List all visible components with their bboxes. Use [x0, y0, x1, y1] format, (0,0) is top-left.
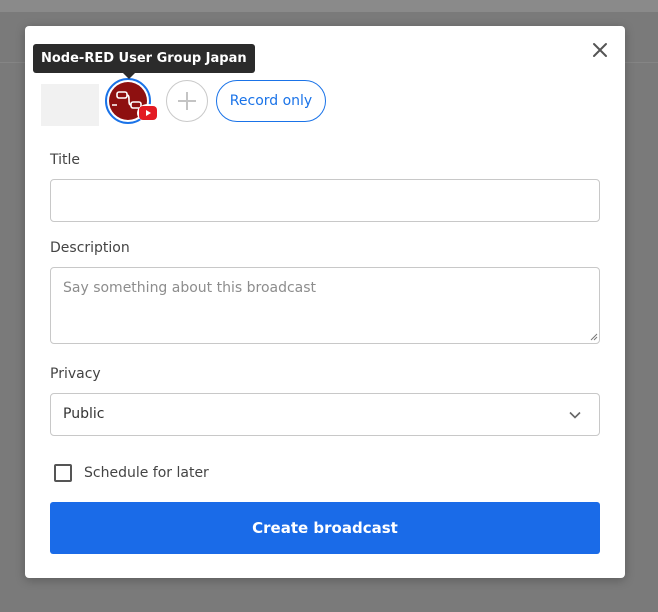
plus-icon	[178, 92, 196, 110]
schedule-label[interactable]: Schedule for later	[84, 464, 209, 482]
privacy-label: Privacy	[50, 366, 101, 382]
close-button[interactable]	[590, 40, 610, 60]
destination-placeholder	[41, 84, 99, 126]
privacy-selected-value: Public	[63, 406, 105, 422]
destination-avatar[interactable]	[105, 78, 159, 124]
create-broadcast-dialog: Record only Node-RED User Group Japan Ti…	[25, 26, 625, 578]
youtube-badge	[137, 104, 159, 122]
record-only-button[interactable]: Record only	[216, 80, 326, 122]
youtube-icon	[139, 106, 157, 120]
backdrop-top-bar	[0, 0, 658, 12]
create-broadcast-button[interactable]: Create broadcast	[50, 502, 600, 554]
schedule-checkbox[interactable]	[54, 464, 72, 482]
title-input[interactable]	[50, 179, 600, 222]
close-icon	[593, 43, 607, 57]
add-destination-button[interactable]	[166, 80, 208, 122]
title-label: Title	[50, 152, 81, 168]
privacy-select[interactable]: Public	[50, 393, 600, 436]
destination-tooltip: Node-RED User Group Japan	[33, 44, 255, 73]
description-label: Description	[50, 240, 130, 256]
chevron-down-icon	[569, 411, 581, 419]
tooltip-arrow	[123, 73, 135, 79]
resize-grip-icon[interactable]	[590, 333, 598, 341]
description-textarea[interactable]	[50, 267, 600, 344]
